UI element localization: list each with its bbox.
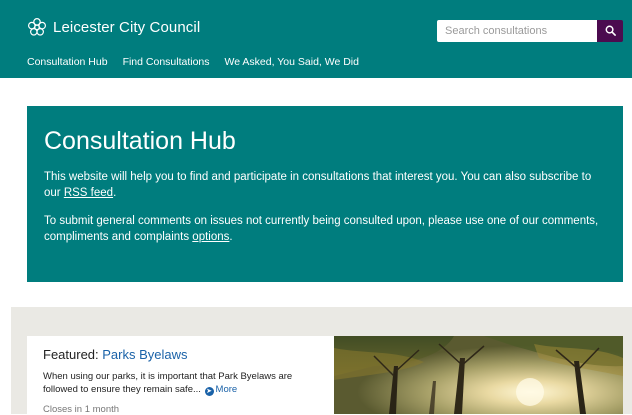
site-header: Leicester City Council Consultation Hub … xyxy=(0,0,632,78)
main-nav: Consultation Hub Find Consultations We A… xyxy=(27,56,359,68)
intro-text-end: . xyxy=(113,187,117,199)
nav-find-consultations[interactable]: Find Consultations xyxy=(123,56,210,68)
site-name: Leicester City Council xyxy=(53,18,201,36)
hero-banner: Consultation Hub This website will help … xyxy=(27,106,623,282)
search-form xyxy=(437,20,623,42)
site-logo[interactable]: Leicester City Council xyxy=(27,17,200,37)
comments-text: To submit general comments on issues not… xyxy=(44,215,599,243)
flower-logo-icon xyxy=(27,17,47,37)
featured-description-text: When using our parks, it is important th… xyxy=(43,371,293,395)
rss-feed-link[interactable]: RSS feed xyxy=(64,187,113,199)
options-link[interactable]: options xyxy=(192,231,229,243)
comments-paragraph: To submit general comments on issues not… xyxy=(44,213,606,245)
search-button[interactable] xyxy=(597,20,623,42)
featured-park-image xyxy=(334,336,623,414)
intro-paragraph: This website will help you to find and p… xyxy=(44,169,606,201)
intro-text: This website will help you to find and p… xyxy=(44,171,592,199)
featured-card: Featured: Parks Byelaws When using our p… xyxy=(27,336,334,415)
search-icon xyxy=(605,24,616,39)
featured-heading: Featured: Parks Byelaws xyxy=(43,347,318,362)
featured-prefix: Featured: xyxy=(43,347,103,362)
park-trees-picture xyxy=(334,336,623,414)
featured-consultation-link[interactable]: Parks Byelaws xyxy=(102,347,187,362)
page-title: Consultation Hub xyxy=(44,127,236,155)
closing-date: Closes in 1 month xyxy=(43,404,120,415)
nav-consultation-hub[interactable]: Consultation Hub xyxy=(27,56,108,68)
more-link[interactable]: ➤ More xyxy=(204,384,238,396)
comments-text-end: . xyxy=(229,231,233,243)
nav-we-asked-you-said[interactable]: We Asked, You Said, We Did xyxy=(225,56,359,68)
more-label: More xyxy=(215,384,238,395)
featured-description: When using our parks, it is important th… xyxy=(43,370,318,396)
search-input[interactable] xyxy=(437,20,597,42)
arrow-right-circle-icon: ➤ xyxy=(204,387,214,396)
